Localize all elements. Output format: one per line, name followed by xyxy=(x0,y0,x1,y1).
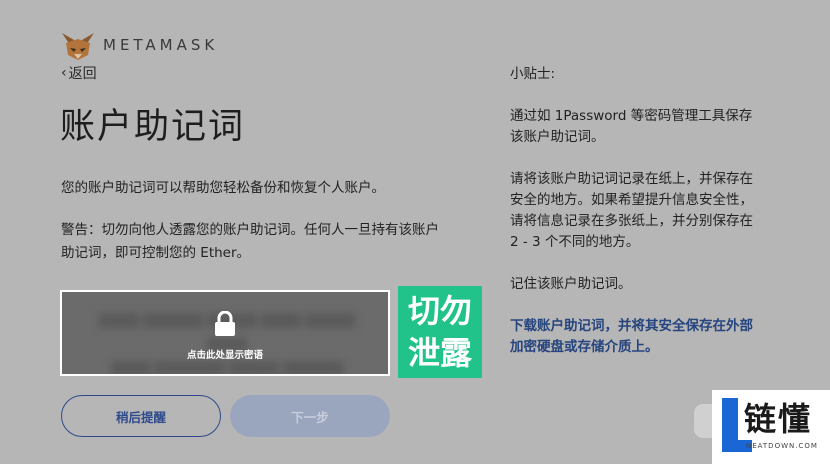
stamp-line-2: 泄露 xyxy=(407,334,472,372)
badge-en-text: NEATDOWN.COM xyxy=(746,442,818,450)
warning-text: 警告：切勿向他人透露您的账户助记词。任何人一旦持有该账户助记词，即可控制您的 E… xyxy=(61,222,439,261)
secret-phrase-reveal-box[interactable]: ▒▒▒▒ ▒▒▒▒▒▒ ▒▒▒▒▒ ▒▒▒▒ ▒▒▒▒▒ ▒▒▒▒ ▒▒▒▒ ▒▒… xyxy=(60,290,390,376)
tips-panel: 小贴士: 通过如 1Password 等密码管理工具保存该账户助记词。 请将该账… xyxy=(510,64,765,379)
metamask-fox-logo xyxy=(62,33,94,60)
tip-paper-backup: 请将该账户助记词记录在纸上，并保存在安全的地方。如果希望提升信息安全性，请将信息… xyxy=(510,171,753,250)
stamp-line-1: 切勿 xyxy=(407,292,472,330)
remind-later-button[interactable]: 稍后提醒 xyxy=(61,395,221,437)
do-not-disclose-stamp: 切勿 泄露 xyxy=(398,286,482,378)
download-phrase-link[interactable]: 下载账户助记词，并将其安全保存在外部加密硬盘或存储介质上。 xyxy=(510,316,765,358)
page-description: 您的账户助记词可以帮助您轻松备份和恢复个人账户。 xyxy=(61,180,385,196)
lock-icon xyxy=(215,311,235,336)
scroll-edge-handle xyxy=(694,404,712,438)
page-title: 账户助记词 xyxy=(60,107,246,147)
tip-password-manager: 通过如 1Password 等密码管理工具保存该账户助记词。 xyxy=(510,108,753,145)
back-link[interactable]: ‹ 返回 xyxy=(61,63,97,83)
back-label: 返回 xyxy=(68,66,97,82)
tip-memorize: 记住该账户助记词。 xyxy=(510,276,632,292)
watermark-badge: 链懂 NEATDOWN.COM xyxy=(712,390,830,464)
brand-name: METAMASK xyxy=(103,36,219,54)
chevron-left-icon: ‹ xyxy=(61,65,67,81)
badge-cn-text: 链懂 xyxy=(744,400,813,438)
tips-heading: 小贴士: xyxy=(510,66,556,82)
next-button[interactable]: 下一步 xyxy=(230,395,390,437)
reveal-hint: 点击此处显示密语 xyxy=(186,350,263,361)
